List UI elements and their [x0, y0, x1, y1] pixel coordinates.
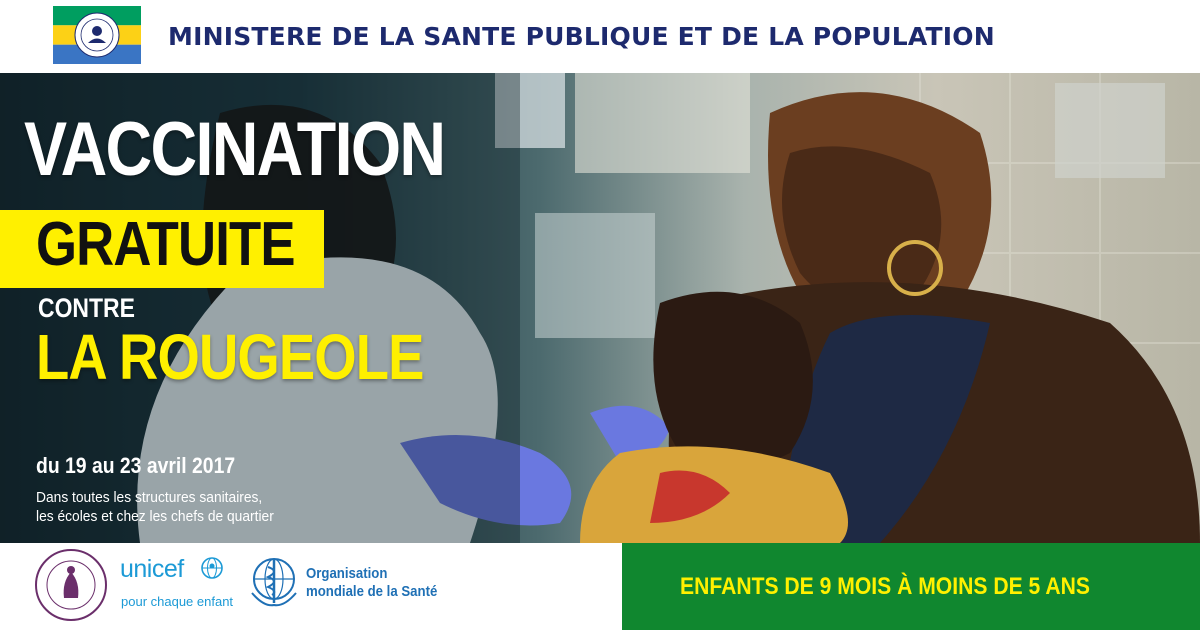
unicef-globe-icon: [200, 556, 224, 580]
headline-vaccination: VACCINATION: [24, 107, 446, 192]
locations-line-2: les écoles et chez les chefs de quartier: [36, 508, 274, 525]
gabon-flag-emblem: [53, 6, 141, 64]
header-bar: MINISTERE DE LA SANTE PUBLIQUE ET DE LA …: [0, 0, 1200, 73]
headline-rougeole: LA ROUGEOLE: [36, 321, 424, 393]
target-group-text: ENFANTS DE 9 MOIS À MOINS DE 5 ANS: [680, 573, 1090, 600]
who-name-line-1: Organisation: [306, 565, 388, 582]
headline-contre: CONTRE: [38, 293, 135, 323]
who-name: Organisation mondiale de la Santé: [306, 565, 437, 601]
unicef-tagline: pour chaque enfant: [121, 594, 234, 609]
headline-gratuite: GRATUITE: [36, 210, 295, 279]
campaign-banner: MINISTERE DE LA SANTE PUBLIQUE ET DE LA …: [0, 0, 1200, 630]
campaign-dates: du 19 au 23 avril 2017: [36, 453, 236, 478]
who-emblem-icon: [246, 553, 302, 609]
fondation-sylvia-bongo-logo: [34, 548, 108, 622]
ministry-title: MINISTERE DE LA SANTE PUBLIQUE ET DE LA …: [168, 22, 995, 51]
unicef-wordmark: unicef: [120, 555, 184, 583]
campaign-locations: Dans toutes les structures sanitaires, l…: [36, 488, 274, 526]
locations-line-1: Dans toutes les structures sanitaires,: [36, 489, 263, 506]
who-name-line-2: mondiale de la Santé: [306, 583, 438, 600]
